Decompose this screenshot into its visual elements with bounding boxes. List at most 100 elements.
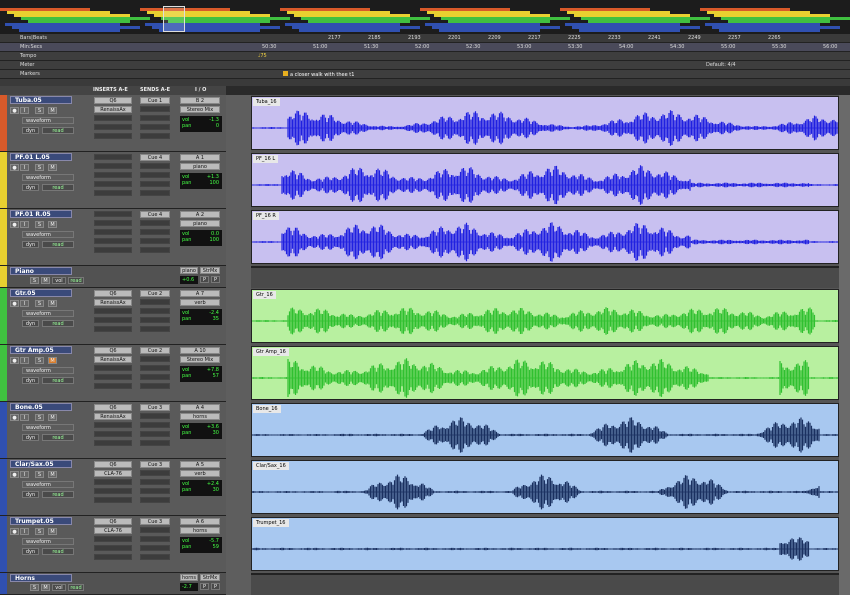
dyn-button[interactable]: dyn bbox=[22, 434, 39, 441]
insert-slot[interactable]: RenaissAx bbox=[94, 299, 132, 306]
aux-track-lane[interactable] bbox=[251, 266, 839, 288]
track-view-selector[interactable]: waveform bbox=[22, 310, 74, 317]
pan-button-right[interactable]: P bbox=[211, 583, 220, 590]
empty-send-slot[interactable] bbox=[140, 163, 170, 169]
track-view-selector[interactable]: waveform bbox=[22, 424, 74, 431]
empty-insert-slot[interactable] bbox=[94, 115, 132, 121]
send-slot[interactable]: Cue 2 bbox=[140, 290, 170, 297]
empty-insert-slot[interactable] bbox=[94, 431, 132, 437]
tempo-ruler[interactable]: Tempo ♩75 bbox=[0, 52, 850, 61]
audio-clip[interactable]: Bone_16 bbox=[251, 403, 839, 457]
empty-send-slot[interactable] bbox=[140, 356, 170, 362]
track-view-selector[interactable]: vol bbox=[52, 277, 66, 284]
empty-insert-slot[interactable] bbox=[94, 422, 132, 428]
empty-send-slot[interactable] bbox=[140, 479, 170, 485]
input-selector[interactable]: piano bbox=[180, 163, 220, 170]
output-selector[interactable]: A 1 bbox=[180, 154, 220, 161]
empty-insert-slot[interactable] bbox=[94, 308, 132, 314]
audio-clip[interactable]: PF_16 L bbox=[251, 153, 839, 207]
empty-send-slot[interactable] bbox=[140, 190, 170, 196]
output-selector[interactable]: A 7 bbox=[180, 290, 220, 297]
send-slot[interactable]: Cue 3 bbox=[140, 518, 170, 525]
vol-pan-display[interactable]: vol 0.0 pan 100 bbox=[180, 230, 222, 246]
insert-slot[interactable]: Q6 bbox=[94, 290, 132, 297]
empty-send-slot[interactable] bbox=[140, 247, 170, 253]
empty-send-slot[interactable] bbox=[140, 326, 170, 332]
input-selector[interactable]: piano bbox=[180, 220, 220, 227]
track-view-selector[interactable]: waveform bbox=[22, 117, 74, 124]
empty-send-slot[interactable] bbox=[140, 527, 170, 533]
solo-button[interactable]: S bbox=[35, 107, 44, 114]
input-selector[interactable]: horns bbox=[180, 527, 220, 534]
empty-insert-slot[interactable] bbox=[94, 497, 132, 503]
track-name[interactable]: Gtr Amp.05 bbox=[10, 346, 72, 354]
empty-send-slot[interactable] bbox=[140, 422, 170, 428]
mute-button[interactable]: M bbox=[48, 164, 57, 171]
empty-send-slot[interactable] bbox=[140, 545, 170, 551]
empty-insert-slot[interactable] bbox=[94, 133, 132, 139]
empty-insert-slot[interactable] bbox=[94, 238, 132, 244]
input-monitor-button[interactable]: I bbox=[20, 528, 29, 535]
insert-slot[interactable]: Q6 bbox=[94, 347, 132, 354]
empty-insert-slot[interactable] bbox=[94, 154, 132, 160]
automation-mode-selector[interactable]: read bbox=[42, 184, 74, 191]
audio-clip[interactable]: Clar/Sax_16 bbox=[251, 460, 839, 514]
automation-mode-selector[interactable]: read bbox=[42, 434, 74, 441]
empty-insert-slot[interactable] bbox=[94, 163, 132, 169]
record-enable-button[interactable]: ● bbox=[10, 164, 19, 171]
input-monitor-button[interactable]: I bbox=[20, 164, 29, 171]
send-slot[interactable]: Cue 3 bbox=[140, 404, 170, 411]
empty-send-slot[interactable] bbox=[140, 554, 170, 560]
meter-ruler[interactable]: Meter Default: 4/4 bbox=[0, 61, 850, 70]
minsecs-ruler[interactable]: Min:Secs 50:30 51:00 51:30 52:00 52:30 53:00 53… bbox=[0, 43, 850, 52]
input-selector[interactable]: StrMx bbox=[200, 574, 220, 581]
empty-insert-slot[interactable] bbox=[94, 545, 132, 551]
send-slot[interactable]: Cue 1 bbox=[140, 97, 170, 104]
mute-button[interactable]: M bbox=[48, 300, 57, 307]
empty-send-slot[interactable] bbox=[140, 238, 170, 244]
empty-insert-slot[interactable] bbox=[94, 229, 132, 235]
empty-insert-slot[interactable] bbox=[94, 172, 132, 178]
mute-button[interactable]: M bbox=[48, 357, 57, 364]
record-enable-button[interactable]: ● bbox=[10, 357, 19, 364]
input-monitor-button[interactable]: I bbox=[20, 471, 29, 478]
empty-send-slot[interactable] bbox=[140, 470, 170, 476]
empty-send-slot[interactable] bbox=[140, 229, 170, 235]
insert-slot[interactable]: Q6 bbox=[94, 461, 132, 468]
vol-pan-display[interactable]: vol +7.8 pan 57 bbox=[180, 366, 222, 382]
empty-insert-slot[interactable] bbox=[94, 440, 132, 446]
empty-send-slot[interactable] bbox=[140, 172, 170, 178]
solo-button[interactable]: S bbox=[30, 584, 39, 591]
empty-send-slot[interactable] bbox=[140, 365, 170, 371]
empty-insert-slot[interactable] bbox=[94, 554, 132, 560]
empty-insert-slot[interactable] bbox=[94, 124, 132, 130]
audio-clip[interactable]: Gtr Amp_16 bbox=[251, 346, 839, 400]
send-slot[interactable]: Cue 3 bbox=[140, 461, 170, 468]
track-name[interactable]: PF.01 R.05 bbox=[10, 210, 72, 218]
automation-mode-selector[interactable]: read bbox=[42, 491, 74, 498]
empty-send-slot[interactable] bbox=[140, 133, 170, 139]
track-view-selector[interactable]: waveform bbox=[22, 481, 74, 488]
empty-insert-slot[interactable] bbox=[94, 383, 132, 389]
session-overview[interactable] bbox=[0, 0, 850, 34]
dyn-button[interactable]: dyn bbox=[22, 241, 39, 248]
empty-insert-slot[interactable] bbox=[94, 220, 132, 226]
vol-pan-display[interactable]: vol -2.4 pan 35 bbox=[180, 309, 222, 325]
output-selector[interactable]: A 2 bbox=[180, 211, 220, 218]
insert-slot[interactable]: Q6 bbox=[94, 518, 132, 525]
solo-button[interactable]: S bbox=[35, 414, 44, 421]
send-slot[interactable]: Cue 4 bbox=[140, 154, 170, 161]
record-enable-button[interactable]: ● bbox=[10, 221, 19, 228]
insert-slot[interactable]: RenaissAx bbox=[94, 106, 132, 113]
dyn-button[interactable]: dyn bbox=[22, 377, 39, 384]
record-enable-button[interactable]: ● bbox=[10, 528, 19, 535]
mute-button[interactable]: M bbox=[41, 584, 50, 591]
empty-insert-slot[interactable] bbox=[94, 211, 132, 217]
automation-mode-selector[interactable]: read bbox=[68, 584, 84, 591]
track-name[interactable]: Clar/Sax.05 bbox=[10, 460, 72, 468]
input-selector[interactable]: Stereo Mix bbox=[180, 106, 220, 113]
vol-pan-display[interactable]: vol -5.7 pan 59 bbox=[180, 537, 222, 553]
empty-send-slot[interactable] bbox=[140, 115, 170, 121]
output-selector[interactable]: A 10 bbox=[180, 347, 220, 354]
track-view-selector[interactable]: waveform bbox=[22, 231, 74, 238]
